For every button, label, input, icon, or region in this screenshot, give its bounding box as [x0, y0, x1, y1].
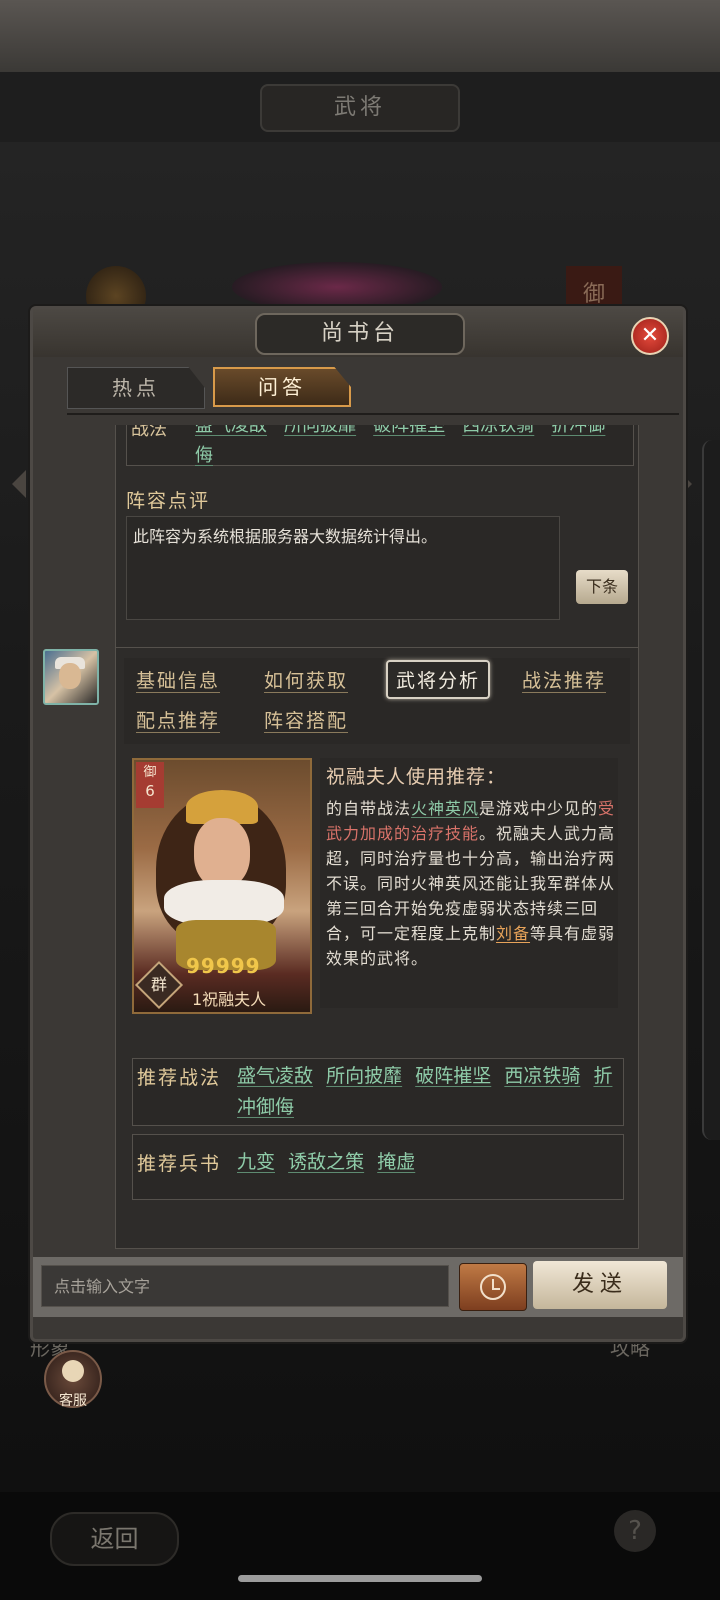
back-button[interactable]: 返回 [50, 1512, 179, 1566]
question-hero-analysis[interactable]: 武将分析 [386, 660, 491, 699]
hero-face [194, 818, 250, 888]
hero-name: 1祝融夫人 [192, 990, 267, 1009]
rank-value: 6 [145, 782, 155, 800]
message-input[interactable]: 点击输入文字 [41, 1265, 449, 1307]
book-link[interactable]: 九变 [237, 1151, 275, 1173]
faction-label: 群 [150, 975, 167, 994]
top-banner [0, 0, 720, 72]
clock-hand-icon [492, 1288, 500, 1290]
skill-link[interactable]: 西凉铁骑 [504, 1065, 580, 1087]
skill-link[interactable]: 破阵摧坚 [373, 425, 445, 436]
question-points-recommend[interactable]: 配点推荐 [136, 706, 220, 733]
history-button[interactable] [459, 1263, 527, 1311]
rank-badge: 御 6 [136, 762, 164, 808]
review-box: 此阵容为系统根据服务器大数据统计得出。 [126, 516, 560, 620]
advisor-avatar [43, 649, 99, 705]
rec-books-label: 推荐兵书 [137, 1153, 222, 1175]
faction-badge: 群 [134, 960, 184, 1010]
dialog-header: 尚书台 ✕ [33, 309, 683, 357]
help-icon[interactable]: ? [614, 1510, 656, 1552]
send-button[interactable]: 发送 [533, 1261, 667, 1309]
tab-divider [67, 413, 679, 415]
stat-stars: 99999 [186, 954, 261, 978]
question-basic-info[interactable]: 基础信息 [136, 666, 220, 693]
customer-service-label: 客服 [59, 1393, 87, 1409]
question-buttons: 基础信息 如何获取 武将分析 战法推荐 配点推荐 阵容搭配 [124, 658, 630, 744]
background-glow [232, 262, 442, 312]
book-link[interactable]: 掩虚 [377, 1151, 415, 1173]
review-text: 此阵容为系统根据服务器大数据统计得出。 [133, 527, 438, 546]
skill-link[interactable]: 破阵摧坚 [415, 1065, 491, 1087]
recommended-books: 推荐兵书 九变 诱敌之策 掩虚 [132, 1134, 624, 1200]
skill-link[interactable]: 盛气凌敌 [237, 1065, 313, 1087]
close-icon[interactable]: ✕ [631, 317, 669, 355]
hero-link[interactable]: 刘备 [496, 924, 530, 943]
rank-label: 御 [143, 765, 157, 780]
analysis-text: 的自带战法 [326, 799, 412, 818]
side-drawer-handle[interactable] [702, 440, 720, 1140]
face-icon [59, 663, 81, 689]
question-skill-recommend[interactable]: 战法推荐 [522, 666, 606, 693]
chat-scroll-area[interactable]: 战法 盛气凌敌 所向披靡 破阵摧坚 西凉铁骑 折冲御侮 阵容点评 此阵容为系统根… [33, 425, 683, 1251]
skill-link[interactable]: 盛气凌敌 [195, 425, 267, 436]
rec-books-list: 九变 诱敌之策 掩虚 [237, 1147, 617, 1178]
customer-service-icon [62, 1360, 84, 1382]
hero-card[interactable]: 御 6 99999 群 1祝融夫人 [132, 758, 312, 1014]
question-how-to-get[interactable]: 如何获取 [264, 666, 348, 693]
screen-title: 武将 [260, 84, 460, 132]
analysis-body: 的自带战法火神英风是游戏中少见的受武力加成的治疗技能。祝融夫人武力高超，同时治疗… [326, 796, 616, 971]
current-answer: 基础信息 如何获取 武将分析 战法推荐 配点推荐 阵容搭配 御 6 99999 [115, 647, 639, 1249]
skill-link[interactable]: 火神英风 [411, 799, 479, 818]
skill-link[interactable]: 所向披靡 [326, 1065, 402, 1087]
rec-skills-list: 盛气凌敌 所向披靡 破阵摧坚 西凉铁骑 折冲御侮 [237, 1061, 617, 1123]
rec-skills-label: 推荐战法 [137, 1067, 222, 1089]
next-item-button[interactable]: 下条 [576, 570, 628, 604]
analysis-title: 祝融夫人使用推荐： [326, 766, 507, 788]
arrow-left-icon[interactable] [12, 470, 26, 498]
hero-analysis-text: 祝融夫人使用推荐： 的自带战法火神英风是游戏中少见的受武力加成的治疗技能。祝融夫… [320, 758, 618, 1008]
input-bar: 点击输入文字 发送 [33, 1257, 683, 1317]
skill-link[interactable]: 所向披靡 [284, 425, 356, 436]
recommended-skills: 推荐战法 盛气凌敌 所向披靡 破阵摧坚 西凉铁骑 折冲御侮 [132, 1058, 624, 1126]
shangshutai-dialog: 尚书台 ✕ 热点 问答 战法 盛气凌敌 所向披靡 破阵摧坚 西凉铁骑 折冲御侮 … [30, 306, 686, 1342]
question-lineup[interactable]: 阵容搭配 [264, 706, 348, 733]
customer-service-button[interactable]: 客服 [44, 1350, 102, 1409]
analysis-text: 是游戏中少见的 [479, 799, 599, 818]
skills-row: 战法 盛气凌敌 所向披靡 破阵摧坚 西凉铁骑 折冲御侮 [126, 425, 634, 466]
skill-link[interactable]: 西凉铁骑 [462, 425, 534, 436]
book-link[interactable]: 诱敌之策 [288, 1151, 364, 1173]
skills-label: 战法 [131, 425, 167, 440]
home-indicator[interactable] [238, 1575, 482, 1582]
dialog-title: 尚书台 [255, 313, 465, 355]
tab-hot[interactable]: 热点 [67, 367, 205, 409]
tab-qa[interactable]: 问答 [213, 367, 351, 407]
skills-list: 盛气凌敌 所向披靡 破阵摧坚 西凉铁骑 折冲御侮 [195, 425, 625, 471]
review-title: 阵容点评 [126, 490, 211, 512]
